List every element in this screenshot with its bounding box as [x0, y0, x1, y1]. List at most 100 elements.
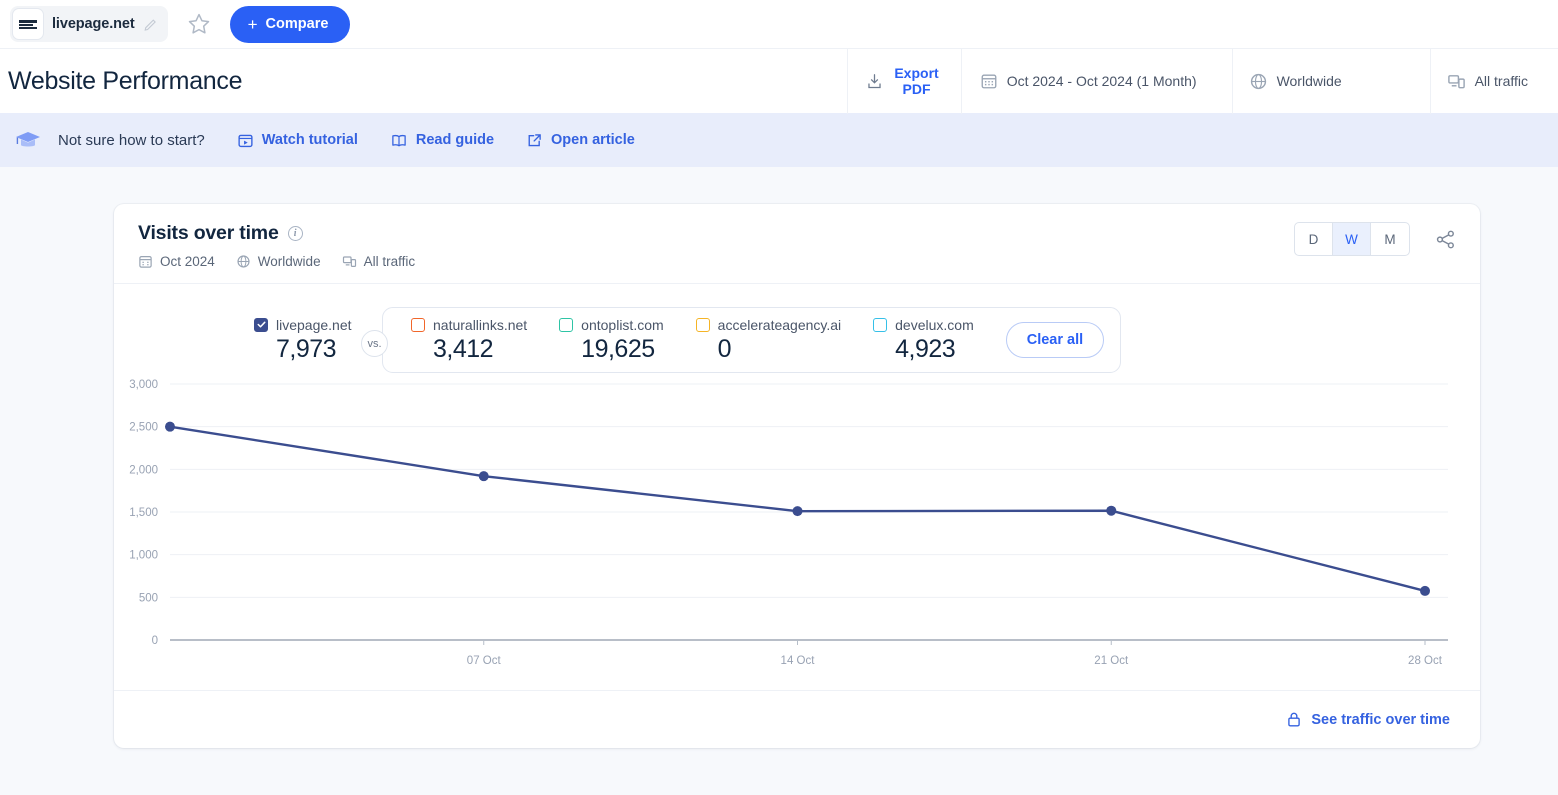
legend-competitor-develux[interactable]: develux.com 4,923: [873, 317, 974, 364]
open-article-label: Open article: [551, 132, 635, 148]
geography-label: Worldwide: [1277, 73, 1399, 89]
legend-competitor-value: 19,625: [581, 335, 663, 364]
legend-primary-label: livepage.net: [254, 317, 362, 333]
svg-text:500: 500: [139, 592, 158, 604]
clear-all-button[interactable]: Clear all: [1006, 322, 1104, 358]
card-title-text: Visits over time: [138, 222, 279, 245]
card-sub-geo: Worldwide: [258, 254, 321, 269]
book-icon: [390, 132, 408, 149]
globe-icon: [1249, 72, 1268, 91]
legend-primary-value: 7,973: [276, 335, 362, 364]
tutorial-banner: Not sure how to start? Watch tutorial Re…: [0, 113, 1558, 167]
export-pdf-button[interactable]: Export PDF: [847, 49, 960, 114]
card-sub-traffic: All traffic: [364, 254, 416, 269]
legend-competitor-checkbox[interactable]: [873, 318, 887, 332]
card-sub-date: Oct 2024: [160, 254, 215, 269]
share-icon: [1435, 229, 1456, 250]
site-name: livepage.net: [52, 16, 135, 32]
legend-primary[interactable]: livepage.net 7,973: [254, 317, 362, 364]
card-footer: See traffic over time: [114, 690, 1480, 748]
devices-icon: [342, 254, 357, 269]
legend-competitor-value: 4,923: [895, 335, 974, 364]
plus-icon: +: [248, 16, 258, 33]
svg-text:28 Oct: 28 Oct: [1408, 655, 1443, 667]
export-line-1: Export: [894, 65, 938, 81]
legend-competitor-naturallinks[interactable]: naturallinks.net 3,412: [411, 317, 527, 364]
chart-data-point[interactable]: [1420, 586, 1430, 596]
chart-x-tick-labels: 07 Oct14 Oct21 Oct28 Oct: [467, 655, 1443, 667]
site-favicon: [13, 9, 43, 39]
svg-text:07 Oct: 07 Oct: [467, 655, 502, 667]
legend-competitor-name: accelerateagency.ai: [718, 317, 841, 333]
read-guide-link[interactable]: Read guide: [390, 132, 494, 149]
legend-competitor-label: ontoplist.com: [559, 317, 663, 333]
chart-y-tick-labels: 05001,0001,5002,0002,5003,000: [129, 379, 158, 647]
chart-data-point[interactable]: [1106, 506, 1116, 516]
top-bar: livepage.net + Compare: [0, 0, 1558, 48]
chart-data-point[interactable]: [793, 506, 803, 516]
svg-text:14 Oct: 14 Oct: [781, 655, 816, 667]
compare-button[interactable]: + Compare: [230, 6, 351, 43]
open-article-link[interactable]: Open article: [526, 132, 635, 149]
legend-row: livepage.net 7,973 vs. naturallinks.net …: [114, 284, 1480, 370]
share-button[interactable]: [1432, 226, 1458, 252]
svg-text:2,000: 2,000: [129, 464, 158, 476]
export-line-2: PDF: [894, 81, 938, 97]
legend-primary-name: livepage.net: [276, 317, 352, 333]
export-pdf-label: Export PDF: [894, 65, 938, 97]
lock-icon: [1286, 711, 1302, 728]
page-title: Website Performance: [0, 67, 847, 96]
watch-tutorial-link[interactable]: Watch tutorial: [237, 132, 358, 149]
info-icon[interactable]: i: [288, 226, 303, 241]
card-title: Visits over time i: [138, 222, 1294, 245]
card-subtitle: Oct 2024 Worldwide All traffic: [138, 254, 1294, 269]
legend-competitor-label: accelerateagency.ai: [696, 317, 841, 333]
favicon-glyph: [19, 18, 37, 30]
graduation-cap-icon: [14, 129, 44, 151]
legend-competitor-checkbox[interactable]: [696, 318, 710, 332]
date-range-selector[interactable]: Oct 2024 - Oct 2024 (1 Month): [961, 49, 1232, 114]
chart-data-point[interactable]: [479, 471, 489, 481]
granularity-option-m[interactable]: M: [1371, 223, 1409, 255]
pencil-icon[interactable]: [144, 17, 158, 31]
chart-area[interactable]: 05001,0001,5002,0002,5003,000 07 Oct14 O…: [114, 370, 1480, 690]
calendar-icon: [138, 254, 153, 269]
star-icon: [187, 12, 211, 36]
granularity-toggle[interactable]: D W M: [1294, 222, 1410, 256]
svg-text:1,000: 1,000: [129, 550, 158, 562]
site-chip[interactable]: livepage.net: [10, 6, 168, 42]
granularity-option-d[interactable]: D: [1295, 223, 1333, 255]
card-header: Visits over time i Oct 2024: [114, 204, 1480, 284]
favorite-star-button[interactable]: [186, 11, 212, 37]
download-icon: [866, 73, 883, 90]
geography-selector[interactable]: Worldwide: [1232, 49, 1430, 114]
traffic-selector[interactable]: All traffic: [1430, 49, 1558, 114]
legend-competitor-value: 3,412: [433, 335, 527, 364]
svg-text:2,500: 2,500: [129, 422, 158, 434]
legend-primary-checkbox[interactable]: [254, 318, 268, 332]
traffic-label: All traffic: [1475, 73, 1528, 89]
external-link-icon: [526, 132, 543, 149]
svg-text:1,500: 1,500: [129, 507, 158, 519]
legend-competitor-ontoplist[interactable]: ontoplist.com 19,625: [559, 317, 663, 364]
globe-icon: [236, 254, 251, 269]
legend-competitor-label: develux.com: [873, 317, 974, 333]
date-range-label: Oct 2024 - Oct 2024 (1 Month): [1007, 73, 1197, 89]
legend-competitor-checkbox[interactable]: [559, 318, 573, 332]
banner-prompt: Not sure how to start?: [58, 132, 205, 149]
compare-label: Compare: [266, 16, 329, 32]
svg-text:0: 0: [152, 635, 158, 647]
see-traffic-over-time-link[interactable]: See traffic over time: [1311, 712, 1450, 728]
legend-competitor-accelerateagency[interactable]: accelerateagency.ai 0: [696, 317, 841, 364]
chart-series-points[interactable]: [165, 422, 1430, 596]
devices-icon: [1447, 72, 1466, 91]
legend-competitor-checkbox[interactable]: [411, 318, 425, 332]
granularity-option-w[interactable]: W: [1333, 223, 1371, 255]
legend-competitor-name: ontoplist.com: [581, 317, 663, 333]
visits-line-chart[interactable]: 05001,0001,5002,0002,5003,000 07 Oct14 O…: [114, 370, 1480, 680]
read-guide-label: Read guide: [416, 132, 494, 148]
visits-over-time-card: Visits over time i Oct 2024: [114, 204, 1480, 748]
chart-data-point[interactable]: [165, 422, 175, 432]
card-container: Visits over time i Oct 2024: [0, 167, 1558, 748]
competitors-box: naturallinks.net 3,412 ontoplist.com 19,…: [382, 307, 1121, 373]
